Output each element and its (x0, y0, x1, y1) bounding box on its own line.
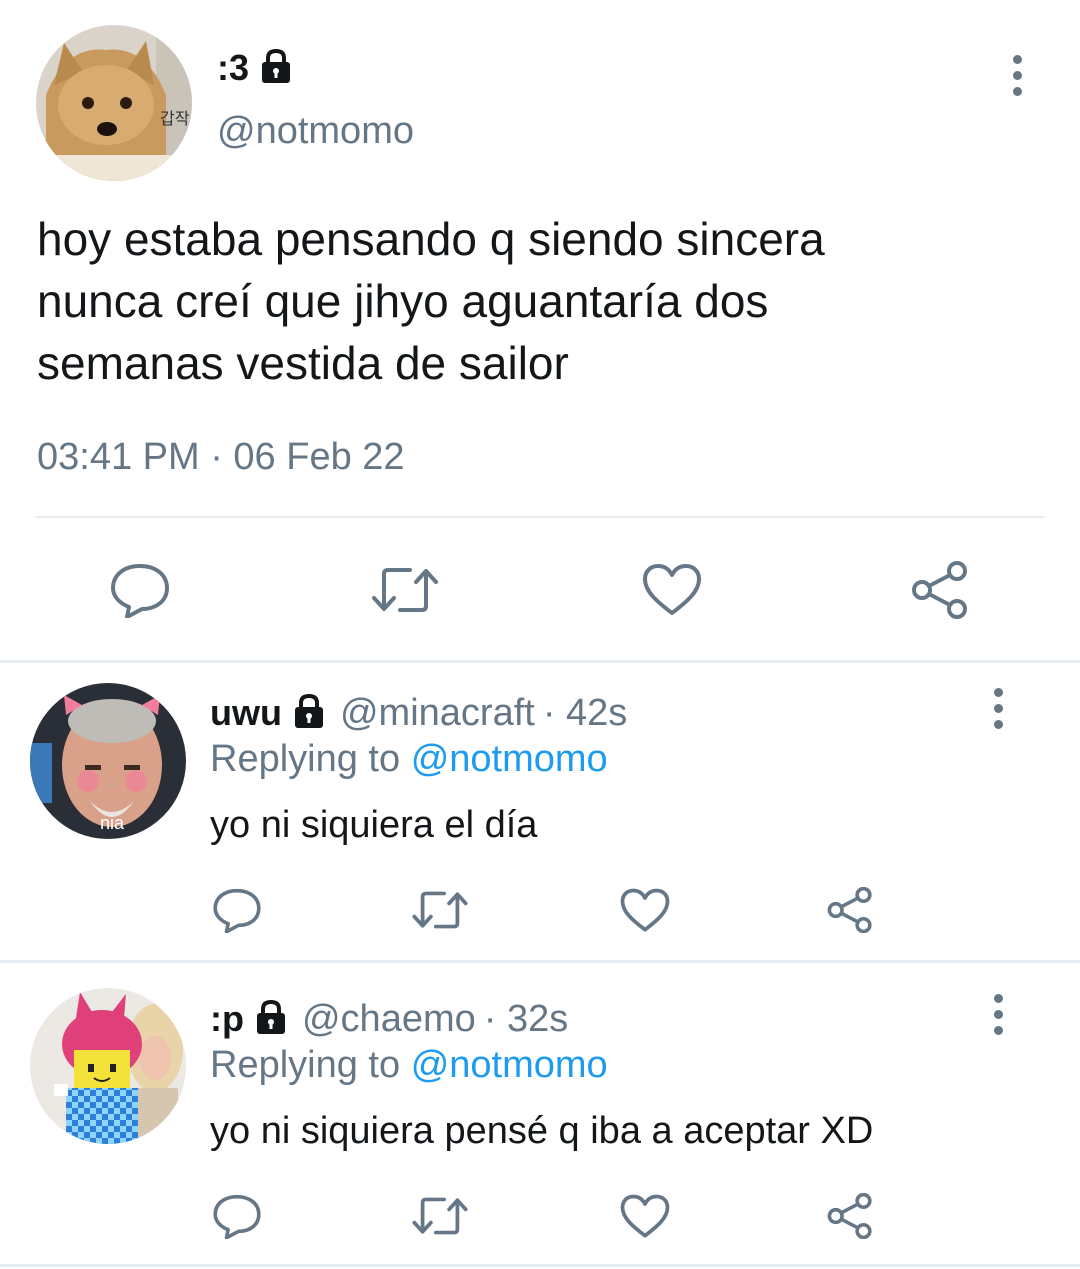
replying-to-line: Replying to @notmomo (210, 1044, 608, 1087)
reply-text: yo ni siquiera el día (210, 804, 538, 846)
replying-to-line: Replying to @notmomo (210, 738, 608, 781)
display-name-row: :3 (217, 46, 295, 90)
replying-to-handle[interactable]: @notmomo (411, 1044, 608, 1086)
reply-text: yo ni siquiera pensé q iba a aceptar XD (210, 1110, 874, 1152)
like-icon (620, 1194, 670, 1238)
more-options-icon[interactable] (978, 678, 1018, 738)
lock-icon (290, 692, 328, 735)
avatar-caption: nia (100, 813, 125, 833)
dog-avatar-image (36, 25, 192, 181)
reply-button[interactable] (205, 880, 269, 940)
share-button[interactable] (818, 880, 882, 940)
retweet-icon (412, 891, 468, 929)
display-name[interactable]: :p (210, 998, 244, 1040)
tweet-text-line: semanas vestida de sailor (37, 337, 569, 389)
avatar-image (30, 988, 186, 1144)
like-button[interactable] (613, 1186, 677, 1246)
share-icon (827, 1193, 872, 1239)
replying-to-handle[interactable]: @notmomo (411, 738, 608, 780)
tweet-text-line: nunca creí que jihyo aguantaría dos (37, 275, 769, 327)
retweet-button[interactable] (408, 1186, 472, 1246)
more-options-icon[interactable] (997, 45, 1037, 105)
reply-button[interactable] (205, 1186, 269, 1246)
section-divider (0, 660, 1080, 663)
display-name[interactable]: :3 (217, 47, 249, 89)
share-icon (912, 561, 967, 619)
reply-icon (111, 564, 169, 618)
reply-header: uwu @minacraft · 42s (210, 690, 627, 736)
avatar[interactable]: 갑작 (36, 25, 192, 181)
tweet-text-line: hoy estaba pensando q siendo sincera (37, 213, 825, 265)
handle[interactable]: @chaemo (302, 998, 476, 1041)
like-button[interactable] (632, 555, 712, 625)
like-icon (643, 564, 701, 615)
timestamp[interactable]: 03:41 PM · 06 Feb 22 (37, 436, 405, 479)
handle[interactable]: @notmomo (217, 110, 414, 153)
section-divider (0, 1264, 1080, 1267)
tweet-text: hoy estaba pensando q siendo sincera nun… (37, 208, 1047, 394)
lock-icon (257, 47, 295, 90)
retweet-icon (372, 568, 438, 612)
replying-to-label: Replying to (210, 1044, 401, 1086)
more-options-icon[interactable] (978, 984, 1018, 1044)
like-icon (620, 888, 670, 932)
reply-button[interactable] (100, 555, 180, 625)
lock-icon (252, 998, 290, 1041)
share-button[interactable] (900, 555, 980, 625)
display-name[interactable]: uwu (210, 692, 282, 734)
reply-icon (213, 1194, 261, 1239)
share-icon (827, 887, 872, 933)
relative-time[interactable]: · 42s (543, 692, 627, 735)
retweet-icon (412, 1197, 468, 1235)
avatar-caption: 갑작 (160, 111, 190, 128)
avatar[interactable]: nia (30, 683, 186, 839)
inner-divider (36, 516, 1044, 518)
handle[interactable]: @minacraft (340, 692, 535, 735)
share-button[interactable] (818, 1186, 882, 1246)
relative-time[interactable]: · 32s (484, 998, 568, 1041)
avatar[interactable] (30, 988, 186, 1144)
section-divider (0, 960, 1080, 963)
retweet-button[interactable] (365, 555, 445, 625)
replying-to-label: Replying to (210, 738, 401, 780)
reply-header: :p @chaemo · 32s (210, 996, 568, 1042)
like-button[interactable] (613, 880, 677, 940)
reply-icon (213, 888, 261, 933)
retweet-button[interactable] (408, 880, 472, 940)
